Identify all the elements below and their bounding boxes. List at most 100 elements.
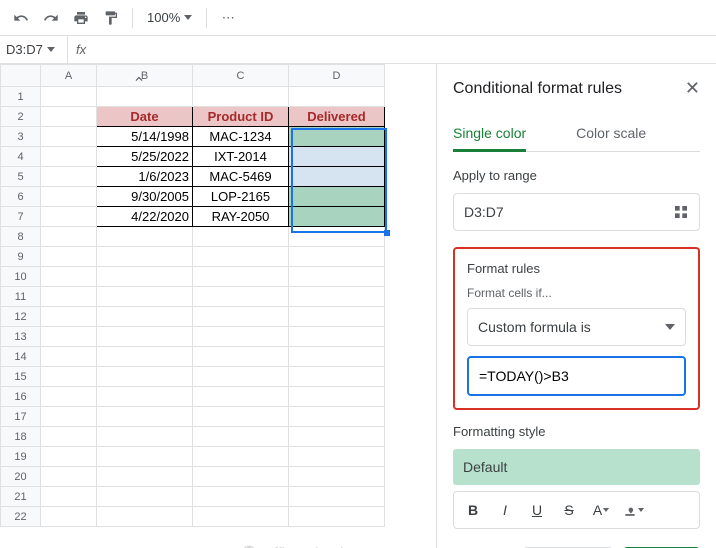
cell-C4[interactable]: IXT-2014 [193,147,289,167]
text-color-button[interactable]: A [586,496,616,524]
cell-C10[interactable] [193,267,289,287]
cell-A12[interactable] [41,307,97,327]
cell-A18[interactable] [41,427,97,447]
cell-B9[interactable] [97,247,193,267]
italic-button[interactable]: I [490,496,520,524]
cell-D18[interactable] [289,427,385,447]
cell-C19[interactable] [193,447,289,467]
cell-C11[interactable] [193,287,289,307]
cell-A6[interactable] [41,187,97,207]
cell-B18[interactable] [97,427,193,447]
cell-B7[interactable]: 4/22/2020 [97,207,193,227]
cell-A22[interactable] [41,507,97,527]
cell-D13[interactable] [289,327,385,347]
cell-D17[interactable] [289,407,385,427]
cell-A20[interactable] [41,467,97,487]
cell-D20[interactable] [289,467,385,487]
cell-D8[interactable] [289,227,385,247]
tab-single-color[interactable]: Single color [453,117,526,152]
cell-D2[interactable]: Delivered [289,107,385,127]
cell-B15[interactable] [97,367,193,387]
cell-A15[interactable] [41,367,97,387]
cell-A14[interactable] [41,347,97,367]
cell-C9[interactable] [193,247,289,267]
cell-C6[interactable]: LOP-2165 [193,187,289,207]
cell-B5[interactable]: 1/6/2023 [97,167,193,187]
cell-C17[interactable] [193,407,289,427]
name-box[interactable]: D3:D7 [0,36,68,63]
cell-A3[interactable] [41,127,97,147]
cell-C20[interactable] [193,467,289,487]
cell-A2[interactable] [41,107,97,127]
cell-D15[interactable] [289,367,385,387]
cell-C1[interactable] [193,87,289,107]
more-button[interactable]: ⋯ [215,5,241,31]
cell-B22[interactable] [97,507,193,527]
cell-D3[interactable] [289,127,385,147]
condition-dropdown[interactable]: Custom formula is [467,308,686,346]
cell-B8[interactable] [97,227,193,247]
cell-D12[interactable] [289,307,385,327]
cell-C22[interactable] [193,507,289,527]
cell-C3[interactable]: MAC-1234 [193,127,289,147]
paint-format-button[interactable] [98,5,124,31]
cell-B21[interactable] [97,487,193,507]
cell-A4[interactable] [41,147,97,167]
cell-B1[interactable] [97,87,193,107]
cell-A9[interactable] [41,247,97,267]
cell-A19[interactable] [41,447,97,467]
cell-B3[interactable]: 5/14/1998 [97,127,193,147]
cell-B12[interactable] [97,307,193,327]
cell-A17[interactable] [41,407,97,427]
fill-color-button[interactable] [618,496,648,524]
cell-B19[interactable] [97,447,193,467]
cell-D9[interactable] [289,247,385,267]
cell-B4[interactable]: 5/25/2022 [97,147,193,167]
cell-D16[interactable] [289,387,385,407]
cell-C7[interactable]: RAY-2050 [193,207,289,227]
cell-B14[interactable] [97,347,193,367]
cell-A11[interactable] [41,287,97,307]
cell-A8[interactable] [41,227,97,247]
cell-C2[interactable]: Product ID [193,107,289,127]
underline-button[interactable]: U [522,496,552,524]
cell-B10[interactable] [97,267,193,287]
cell-D1[interactable] [289,87,385,107]
cell-C14[interactable] [193,347,289,367]
range-input[interactable]: D3:D7 [453,193,700,231]
strikethrough-button[interactable]: S [554,496,584,524]
cell-D10[interactable] [289,267,385,287]
cell-C5[interactable]: MAC-5469 [193,167,289,187]
cell-D22[interactable] [289,507,385,527]
sheet-area[interactable]: ABCD12DateProduct IDDelivered35/14/1998M… [0,64,436,548]
close-icon[interactable]: ✕ [685,78,700,99]
undo-button[interactable] [8,5,34,31]
cell-D19[interactable] [289,447,385,467]
cell-C8[interactable] [193,227,289,247]
cell-A16[interactable] [41,387,97,407]
cell-A10[interactable] [41,267,97,287]
print-button[interactable] [68,5,94,31]
cell-A5[interactable] [41,167,97,187]
cell-D6[interactable] [289,187,385,207]
spreadsheet-grid[interactable]: ABCD12DateProduct IDDelivered35/14/1998M… [0,64,385,527]
cell-D7[interactable] [289,207,385,227]
cell-B6[interactable]: 9/30/2005 [97,187,193,207]
cell-B13[interactable] [97,327,193,347]
cell-D11[interactable] [289,287,385,307]
cell-B11[interactable] [97,287,193,307]
expand-up-icon[interactable] [132,72,146,89]
cell-A21[interactable] [41,487,97,507]
cell-B2[interactable]: Date [97,107,193,127]
formula-input[interactable] [467,356,686,396]
cell-C18[interactable] [193,427,289,447]
cell-C16[interactable] [193,387,289,407]
cell-C21[interactable] [193,487,289,507]
cell-D5[interactable] [289,167,385,187]
redo-button[interactable] [38,5,64,31]
cell-C12[interactable] [193,307,289,327]
cell-D4[interactable] [289,147,385,167]
cell-D21[interactable] [289,487,385,507]
style-preview[interactable]: Default [453,449,700,485]
tab-color-scale[interactable]: Color scale [576,117,646,151]
